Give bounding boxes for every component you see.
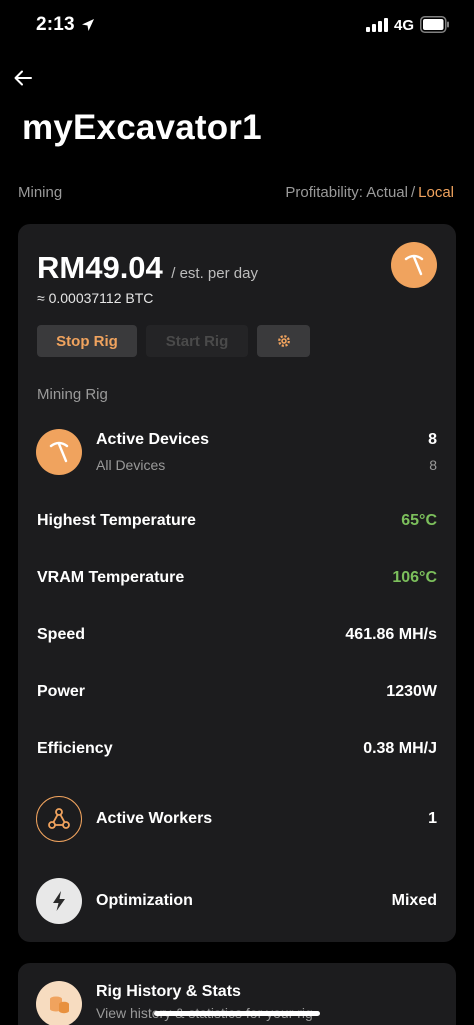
- profitability-local-option[interactable]: Local: [418, 184, 454, 201]
- coins-icon: [36, 981, 82, 1025]
- optimization-value: Mixed: [391, 892, 437, 909]
- mining-rig-label: Mining Rig: [37, 386, 108, 403]
- battery-icon: [420, 16, 449, 33]
- gear-icon: [277, 335, 290, 347]
- speed-label: Speed: [37, 626, 86, 643]
- all-devices-label: All Devices: [96, 457, 166, 473]
- rig-detail-screen: 2:13 4G myExcavator1 Mining Profitabilit…: [0, 0, 474, 1025]
- section-label: Mining: [18, 184, 63, 201]
- power-label: Power: [37, 683, 86, 700]
- all-devices-value: 8: [429, 457, 437, 473]
- earnings-value: RM49.04: [37, 250, 163, 285]
- highest-temperature-value: 65°C: [401, 512, 437, 529]
- rig-settings-button[interactable]: [257, 325, 310, 357]
- workers-network-icon: [36, 796, 82, 842]
- earnings: RM49.04 / est. per day: [37, 250, 258, 286]
- earnings-btc: ≈ 0.00037112 BTC: [37, 290, 154, 306]
- efficiency-label: Efficiency: [37, 740, 113, 757]
- pickaxe-icon: [391, 242, 437, 288]
- profitability-prefix: Profitability:: [285, 184, 363, 201]
- status-time: 2:13: [36, 14, 75, 35]
- lightning-icon: [36, 878, 82, 924]
- network-type: 4G: [394, 17, 415, 34]
- arrow-left-icon: [14, 70, 32, 86]
- start-rig-button[interactable]: Start Rig: [146, 325, 248, 357]
- active-devices-pickaxe-icon: [36, 429, 82, 475]
- location-arrow-icon: [82, 19, 94, 31]
- vram-temperature-value: 106°C: [392, 569, 437, 586]
- status-bar: 2:13 4G: [0, 0, 474, 52]
- stop-rig-button[interactable]: Stop Rig: [37, 325, 137, 357]
- back-button[interactable]: [10, 64, 38, 92]
- optimization-label: Optimization: [96, 892, 193, 909]
- earnings-unit: / est. per day: [171, 265, 258, 282]
- efficiency-value: 0.38 MH/J: [363, 740, 437, 757]
- profitability-toggle: Profitability: Actual / Local: [285, 184, 454, 201]
- rig-history-title: Rig History & Stats: [96, 983, 241, 1000]
- profitability-separator: /: [410, 184, 416, 201]
- page-title: myExcavator1: [22, 108, 262, 147]
- profitability-actual-option[interactable]: Actual: [366, 184, 408, 201]
- speed-value: 461.86 MH/s: [345, 626, 437, 643]
- power-value: 1230W: [386, 683, 437, 700]
- highest-temperature-label: Highest Temperature: [37, 512, 196, 529]
- active-devices-label: Active Devices: [96, 431, 209, 448]
- vram-temperature-label: VRAM Temperature: [37, 569, 185, 586]
- active-workers-value: 1: [428, 810, 437, 827]
- home-indicator[interactable]: [154, 1011, 320, 1016]
- active-devices-value: 8: [428, 431, 437, 448]
- active-workers-label: Active Workers: [96, 810, 213, 827]
- cellular-signal-icon: [366, 18, 388, 32]
- rig-summary-card: RM49.04 / est. per day ≈ 0.00037112 BTC …: [18, 224, 456, 942]
